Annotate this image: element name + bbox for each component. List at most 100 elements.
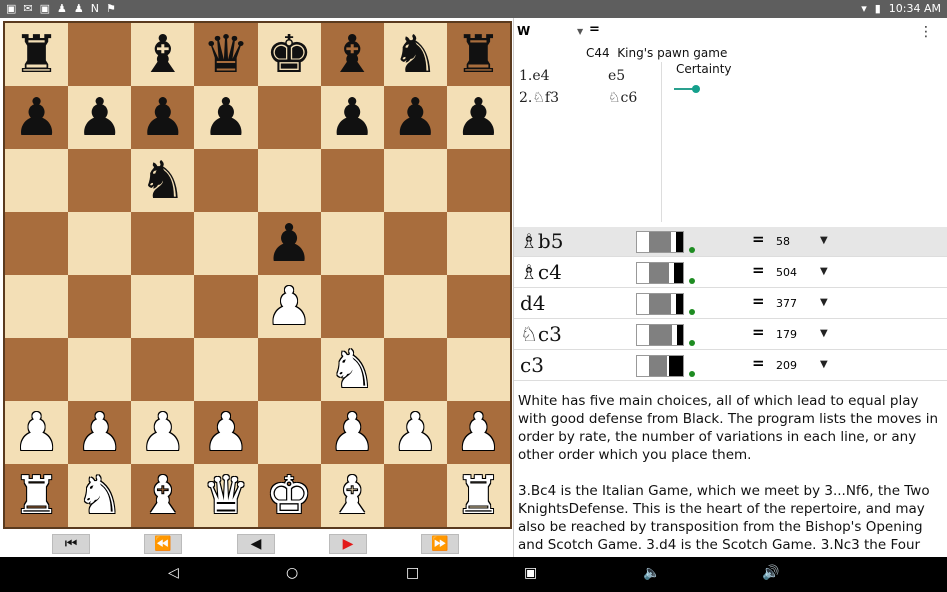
board-square[interactable]: ♟ [320, 86, 384, 149]
chevron-down-icon[interactable]: ▼ [820, 266, 828, 277]
black-queen-icon[interactable]: ♛ [203, 29, 250, 81]
board-square[interactable]: ♟ [68, 86, 132, 149]
volume-down-icon[interactable]: 🔈 [643, 565, 660, 581]
home-nav-icon[interactable]: ○ [286, 565, 298, 581]
board-square[interactable] [68, 149, 132, 212]
board-square[interactable] [5, 149, 69, 212]
overflow-menu-icon[interactable]: ⋮ [919, 24, 933, 40]
board-square[interactable] [5, 275, 69, 338]
board-square[interactable] [257, 149, 321, 212]
back-many-button[interactable]: ⏪ [144, 534, 182, 554]
white-pawn-icon[interactable]: ♟ [266, 281, 313, 333]
board-square[interactable] [257, 401, 321, 464]
board-square[interactable] [320, 275, 384, 338]
white-king-icon[interactable]: ♚ [266, 470, 313, 522]
board-square[interactable]: ♟ [5, 86, 69, 149]
candidate-move-row[interactable]: c3 = 209 ▼ [514, 351, 947, 381]
board-square[interactable]: ♟ [68, 401, 132, 464]
play-button[interactable]: ▶ [329, 534, 367, 554]
board-square[interactable] [446, 149, 510, 212]
slider-handle[interactable] [692, 85, 700, 93]
board-square[interactable] [383, 212, 447, 275]
board-square[interactable] [131, 212, 195, 275]
white-bishop-icon[interactable]: ♝ [140, 470, 187, 522]
board-square[interactable] [194, 338, 258, 401]
volume-up-icon[interactable]: 🔊 [762, 565, 779, 581]
white-knight-icon[interactable]: ♞ [329, 344, 376, 396]
candidate-move-row[interactable]: d4 = 377 ▼ [514, 289, 947, 319]
first-move-button[interactable]: ⏮ [52, 534, 90, 554]
candidate-move[interactable]: c3 [520, 353, 544, 377]
chevron-down-icon[interactable]: ▼ [820, 328, 828, 339]
candidate-move[interactable]: ♘c3 [520, 322, 562, 346]
white-pawn-icon[interactable]: ♟ [455, 407, 502, 459]
white-move[interactable]: ♘f3 [532, 90, 559, 106]
candidate-move-row[interactable]: ♘c3 = 179 ▼ [514, 320, 947, 350]
board-square[interactable]: ♞ [68, 464, 132, 527]
black-pawn-icon[interactable]: ♟ [203, 92, 250, 144]
board-square[interactable]: ♝ [320, 23, 384, 86]
white-rook-icon[interactable]: ♜ [13, 470, 60, 522]
board-square[interactable]: ♟ [320, 401, 384, 464]
board-square[interactable] [194, 212, 258, 275]
board-square[interactable]: ♟ [446, 86, 510, 149]
board-square[interactable]: ♝ [131, 464, 195, 527]
black-move[interactable]: e5 [608, 68, 625, 84]
back-button[interactable]: ◀ [237, 534, 275, 554]
board-square[interactable]: ♟ [131, 86, 195, 149]
chevron-down-icon[interactable]: ▼ [820, 297, 828, 308]
board-square[interactable]: ♜ [5, 23, 69, 86]
black-knight-icon[interactable]: ♞ [392, 29, 439, 81]
white-pawn-icon[interactable]: ♟ [329, 407, 376, 459]
white-queen-icon[interactable]: ♛ [203, 470, 250, 522]
board-square[interactable]: ♝ [320, 464, 384, 527]
black-pawn-icon[interactable]: ♟ [266, 218, 313, 270]
black-bishop-icon[interactable]: ♝ [329, 29, 376, 81]
board-square[interactable]: ♟ [383, 86, 447, 149]
board-square[interactable]: ♞ [320, 338, 384, 401]
chess-board[interactable]: ♜ ♝ ♛ ♚ ♝ ♞ ♜ ♟ ♟ ♟ ♟ ♟ ♟ ♟ ♞ ♟ ♟ ♞ ♟ ♟ ♟ ♟ ♟ ♟ ♟ ♜ ♞ ♝ ♛ ♚ ♝ ♜ [3, 21, 512, 529]
board-square[interactable]: ♜ [446, 23, 510, 86]
certainty-slider[interactable] [674, 84, 700, 94]
board-square[interactable]: ♛ [194, 23, 258, 86]
candidate-move[interactable]: ♗c4 [520, 260, 562, 284]
board-square[interactable]: ♟ [257, 212, 321, 275]
black-king-icon[interactable]: ♚ [266, 29, 313, 81]
board-square[interactable] [68, 212, 132, 275]
white-pawn-icon[interactable]: ♟ [392, 407, 439, 459]
candidate-move[interactable]: ♗b5 [520, 229, 563, 253]
board-square[interactable]: ♜ [5, 464, 69, 527]
white-move[interactable]: e4 [532, 68, 549, 84]
board-square[interactable]: ♟ [194, 401, 258, 464]
board-square[interactable] [383, 464, 447, 527]
black-pawn-icon[interactable]: ♟ [76, 92, 123, 144]
black-pawn-icon[interactable]: ♟ [13, 92, 60, 144]
board-square[interactable] [194, 275, 258, 338]
black-knight-icon[interactable]: ♞ [140, 155, 187, 207]
white-knight-icon[interactable]: ♞ [76, 470, 123, 522]
board-square[interactable] [68, 275, 132, 338]
board-square[interactable] [194, 149, 258, 212]
black-rook-icon[interactable]: ♜ [455, 29, 502, 81]
board-square[interactable]: ♜ [446, 464, 510, 527]
candidate-move-row[interactable]: ♗c4 = 504 ▼ [514, 258, 947, 288]
forward-many-button[interactable]: ⏩ [421, 534, 459, 554]
board-square[interactable]: ♟ [446, 401, 510, 464]
white-bishop-icon[interactable]: ♝ [329, 470, 376, 522]
board-square[interactable] [68, 338, 132, 401]
black-move[interactable]: ♘c6 [608, 90, 637, 106]
board-square[interactable] [446, 212, 510, 275]
black-pawn-icon[interactable]: ♟ [392, 92, 439, 144]
black-bishop-icon[interactable]: ♝ [140, 29, 187, 81]
white-pawn-icon[interactable]: ♟ [203, 407, 250, 459]
back-nav-icon[interactable]: ◁ [168, 565, 179, 581]
white-pawn-icon[interactable]: ♟ [13, 407, 60, 459]
white-pawn-icon[interactable]: ♟ [140, 407, 187, 459]
board-square[interactable]: ♟ [131, 401, 195, 464]
board-square[interactable]: ♟ [194, 86, 258, 149]
board-square[interactable]: ♝ [131, 23, 195, 86]
recents-nav-icon[interactable]: □ [406, 565, 419, 581]
board-square[interactable] [446, 338, 510, 401]
board-square[interactable] [257, 338, 321, 401]
board-square[interactable]: ♚ [257, 23, 321, 86]
